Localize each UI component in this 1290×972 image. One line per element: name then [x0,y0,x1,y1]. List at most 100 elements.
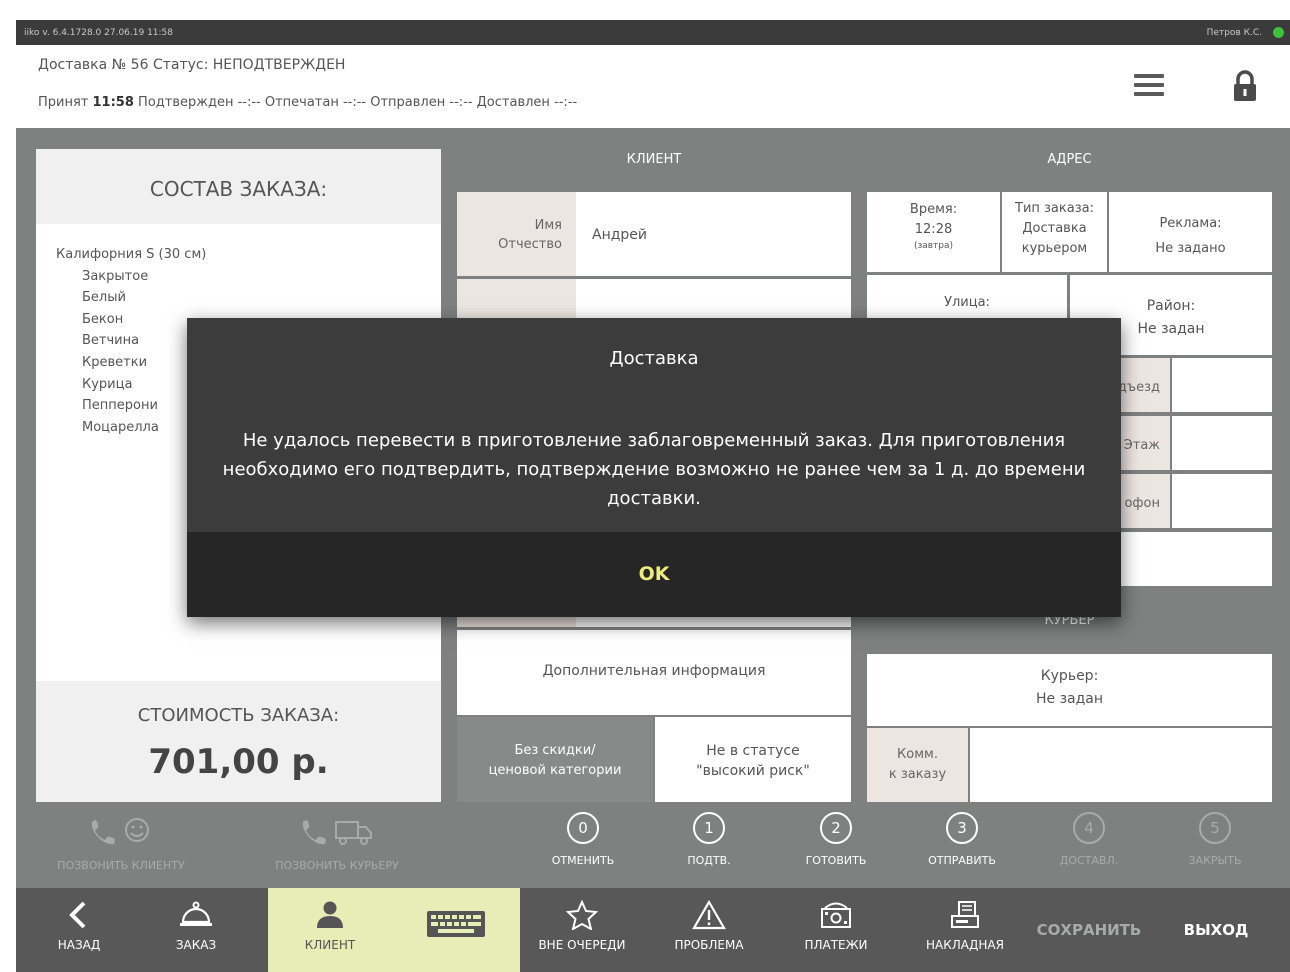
status-label: ЗАКРЫТЬ [1188,854,1242,867]
order-cost-label: СТОИМОСТЬ ЗАКАЗА: [137,705,340,726]
status-times: Принят 11:58 Подтвержден --:-- Отпечатан… [38,95,577,110]
intercom-field[interactable] [1172,474,1272,528]
discount-category-button[interactable]: Без скидки/ ценовой категории [457,717,653,802]
chevron-left-icon [69,901,86,929]
client-header: КЛИЕНТ [626,152,682,167]
status-label: ДОСТАВЛ. [1059,854,1119,867]
ads-label: Реклама: [1159,216,1222,231]
invoice-button[interactable]: НАКЛАДНАЯ [913,888,1017,972]
status-actions-bar: ПОЗВОНИТЬ КЛИЕНТУ ПОЗВОНИТЬ КУРЬЕРУ 0 ОТМ… [16,802,1290,888]
version-label: iiko v. 6.4.1728.0 27.06.19 11:58 [24,28,174,38]
address-header: АДРЕС [1047,152,1092,167]
out-of-queue-button[interactable]: ВНЕ ОЧЕРЕДИ [532,888,632,972]
money-icon [821,902,851,928]
status-cancel-button[interactable]: 0 ОТМЕНИТЬ [538,812,628,867]
name-field[interactable]: Андрей [576,192,851,276]
time-value: 12:28 [914,222,953,237]
status-delivered-button[interactable]: 4 ДОСТАВЛ. [1044,812,1134,867]
courier-value: Не задан [1035,691,1104,707]
order-item[interactable]: Калифорния S (30 см) [56,244,441,266]
field-label-partial [457,617,576,627]
order-modifier[interactable]: Белый [56,287,441,309]
additional-info-button[interactable]: Дополнительная информация [457,630,851,715]
order-header: Доставка № 56 Статус: НЕПОДТВЕРЖДЕН Прин… [16,45,1290,128]
status-confirm-button[interactable]: 1 ПОДТВ. [664,812,754,867]
dialog-title: Доставка [609,348,699,369]
time-label: Время: [909,202,958,217]
phone-truck-icon [302,820,372,845]
user-name: Петров К.С. [1206,28,1262,38]
district-label: Район: [1146,298,1196,314]
surname-label [457,279,576,319]
comment-label: Комм. к заказу [867,728,968,802]
entrance-field[interactable] [1172,358,1272,412]
client-tab-label: КЛИЕНТ [304,938,356,952]
order-type-value: Доставка курьером [1021,221,1088,256]
client-tab[interactable]: КЛИЕНТ [268,888,392,972]
phone-smile-icon [91,818,149,845]
courier-label: Курьер: [1040,668,1099,684]
bottom-navigation-bar: НАЗАД ЗАКАЗ КЛИЕНТ ВНЕ ОЧЕРЕДИ ПРОБЛЕМА … [16,888,1290,972]
status-cook-button[interactable]: 2 ГОТОВИТЬ [791,812,881,867]
keyboard-button[interactable] [392,888,520,972]
order-type-label: Тип заказа: [1015,201,1094,216]
invoice-label: НАКЛАДНАЯ [926,938,1004,952]
call-client-button[interactable]: ПОЗВОНИТЬ КЛИЕНТУ [36,814,206,872]
order-cost-value: 701,00 р. [148,742,329,782]
keyboard-icon [427,911,485,937]
alert-dialog: Доставка Не удалось перевести в приготов… [187,318,1121,617]
payments-label: ПЛАТЕЖИ [804,938,868,952]
status-step-icon: 2 [820,812,852,844]
status-label: ОТМЕНИТЬ [551,854,615,867]
comment-field[interactable] [970,728,1272,802]
problem-button[interactable]: ПРОБЛЕМА [659,888,759,972]
menu-icon[interactable] [1134,74,1164,96]
status-close-button[interactable]: 5 ЗАКРЫТЬ [1170,812,1260,867]
status-label: ОТПРАВИТЬ [928,854,996,867]
status-step-icon: 4 [1073,812,1105,844]
order-type-field[interactable]: Тип заказа: Доставка курьером [1002,192,1107,272]
status-label: ГОТОВИТЬ [805,854,867,867]
warning-icon [692,899,726,930]
out-of-queue-label: ВНЕ ОЧЕРЕДИ [538,938,626,952]
dialog-message: Не удалось перевести в приготовление заб… [222,430,1086,509]
problem-label: ПРОБЛЕМА [674,938,744,952]
order-modifier[interactable]: Закрытое [56,266,441,288]
status-times-rest: Подтвержден --:-- Отпечатан --:-- Отправ… [138,95,578,110]
accepted-time: 11:58 [92,95,134,110]
printer-doc-icon [951,901,979,928]
dialog-ok-button[interactable]: OK [187,532,1121,617]
status-step-icon: 5 [1199,812,1231,844]
call-courier-label: ПОЗВОНИТЬ КУРЬЕРУ [275,859,399,872]
call-client-label: ПОЗВОНИТЬ КЛИЕНТУ [57,859,185,872]
time-field[interactable]: Время: 12:28 (завтра) [867,192,1000,272]
delivery-window: iiko v. 6.4.1728.0 27.06.19 11:58 Петров… [16,20,1290,972]
back-label: НАЗАД [57,938,101,952]
field-partial[interactable] [576,617,851,627]
order-number-status: Доставка № 56 Статус: НЕПОДТВЕРЖДЕН [38,57,346,73]
street-label: Улица: [944,295,990,310]
time-note: (завтра) [913,241,954,251]
title-bar: iiko v. 6.4.1728.0 27.06.19 11:58 Петров… [16,20,1290,45]
exit-button[interactable]: ВЫХОД [1166,888,1266,972]
ads-field[interactable]: Реклама: Не задано [1109,192,1272,272]
order-tab[interactable]: ЗАКАЗ [146,888,246,972]
risk-status-button[interactable]: Не в статусе "высокий риск" [655,717,851,802]
save-button[interactable]: СОХРАНИТЬ [1030,888,1148,972]
courier-field[interactable]: Курьер: Не задан [867,654,1272,726]
payments-button[interactable]: ПЛАТЕЖИ [786,888,886,972]
lock-icon[interactable] [1232,70,1258,102]
star-icon [565,899,599,931]
order-cost-panel: СТОИМОСТЬ ЗАКАЗА: 701,00 р. [36,681,441,802]
name-label: Имя Отчество [457,192,576,276]
cloche-icon [180,901,212,926]
back-button[interactable]: НАЗАД [34,888,124,972]
order-tab-label: ЗАКАЗ [175,938,217,952]
status-label: ПОДТВ. [687,854,731,867]
status-send-button[interactable]: 3 ОТПРАВИТЬ [917,812,1007,867]
accepted-label: Принят [38,95,89,110]
status-step-icon: 3 [946,812,978,844]
call-courier-button[interactable]: ПОЗВОНИТЬ КУРЬЕРУ [262,814,412,872]
floor-field[interactable] [1172,416,1272,470]
surname-field[interactable] [576,279,851,319]
